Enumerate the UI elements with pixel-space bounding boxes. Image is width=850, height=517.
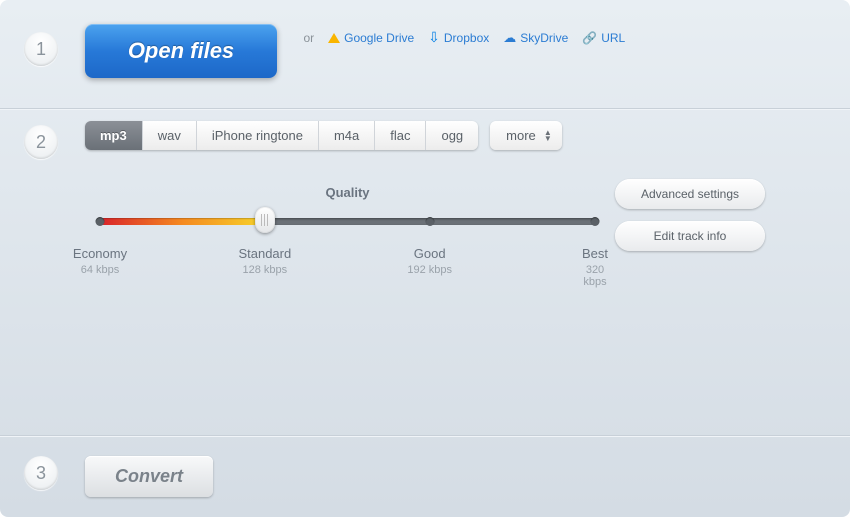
step-1-badge: 1 (24, 32, 58, 66)
format-tab-iphone-ringtone[interactable]: iPhone ringtone (197, 121, 319, 150)
slider-tick-0 (96, 217, 105, 226)
step-2-badge: 2 (24, 125, 58, 159)
quality-level-name: Good (407, 246, 452, 261)
quality-level-name: Best (582, 246, 608, 261)
slider-tick-2 (425, 217, 434, 226)
dropbox-link[interactable]: ⇩ Dropbox (428, 29, 489, 46)
advanced-settings-button[interactable]: Advanced settings (615, 179, 765, 209)
format-tab-flac[interactable]: flac (375, 121, 426, 150)
google-drive-icon (328, 33, 340, 43)
url-label: URL (601, 31, 625, 45)
quality-level-economy: Economy 64 kbps (73, 246, 127, 276)
quality-level-best: Best 320 kbps (582, 246, 608, 288)
quality-level-rate: 192 kbps (407, 264, 452, 276)
quality-level-name: Economy (73, 246, 127, 261)
quality-level-good: Good 192 kbps (407, 246, 452, 276)
format-tabs: mp3waviPhone ringtonem4aflacogg (85, 121, 478, 150)
quality-slider[interactable] (100, 212, 595, 232)
quality-level-rate: 64 kbps (73, 264, 127, 276)
quality-level-name: Standard (238, 246, 291, 261)
skydrive-icon: ☁ (503, 30, 516, 46)
chevron-updown-icon: ▲▼ (544, 130, 552, 142)
format-tab-wav[interactable]: wav (143, 121, 197, 150)
quality-level-rate: 128 kbps (238, 264, 291, 276)
more-label: more (506, 128, 536, 143)
step-3-section: 3 Convert (0, 435, 850, 517)
format-tab-m4a[interactable]: m4a (319, 121, 375, 150)
quality-block: Quality Economy64 kbpsStandard128 kbpsGo… (100, 185, 595, 284)
quality-level-rate: 320 kbps (582, 264, 608, 288)
slider-tick-3 (591, 217, 600, 226)
step-2-section: 2 mp3waviPhone ringtonem4aflacogg more ▲… (0, 108, 850, 324)
quality-labels: Economy64 kbpsStandard128 kbpsGood192 kb… (100, 246, 595, 284)
google-drive-link[interactable]: Google Drive (328, 31, 414, 45)
quality-level-standard: Standard 128 kbps (238, 246, 291, 276)
format-row: mp3waviPhone ringtonem4aflacogg more ▲▼ (85, 121, 850, 150)
dropbox-label: Dropbox (444, 31, 489, 45)
dropbox-icon: ⇩ (428, 29, 440, 46)
slider-handle[interactable] (255, 207, 275, 233)
step-3-badge: 3 (24, 456, 58, 490)
edit-track-info-button[interactable]: Edit track info (615, 221, 765, 251)
side-buttons: Advanced settings Edit track info (615, 179, 765, 251)
url-icon: 🔗 (582, 31, 597, 45)
skydrive-label: SkyDrive (520, 31, 568, 45)
google-drive-label: Google Drive (344, 31, 414, 45)
url-link[interactable]: 🔗 URL (582, 31, 625, 45)
app-container: 1 Open files or Google Drive ⇩ Dropbox ☁… (0, 0, 850, 517)
format-tab-ogg[interactable]: ogg (426, 121, 478, 150)
convert-button[interactable]: Convert (85, 456, 213, 497)
open-files-button[interactable]: Open files (85, 24, 277, 78)
or-label: or (303, 31, 314, 45)
sources-row: or Google Drive ⇩ Dropbox ☁ SkyDrive 🔗 U… (303, 29, 625, 46)
more-formats-button[interactable]: more ▲▼ (490, 121, 562, 150)
step-1-section: 1 Open files or Google Drive ⇩ Dropbox ☁… (0, 0, 850, 108)
skydrive-link[interactable]: ☁ SkyDrive (503, 30, 568, 46)
slider-fill (100, 218, 265, 225)
format-tab-mp3[interactable]: mp3 (85, 121, 143, 150)
quality-title: Quality (100, 185, 595, 200)
